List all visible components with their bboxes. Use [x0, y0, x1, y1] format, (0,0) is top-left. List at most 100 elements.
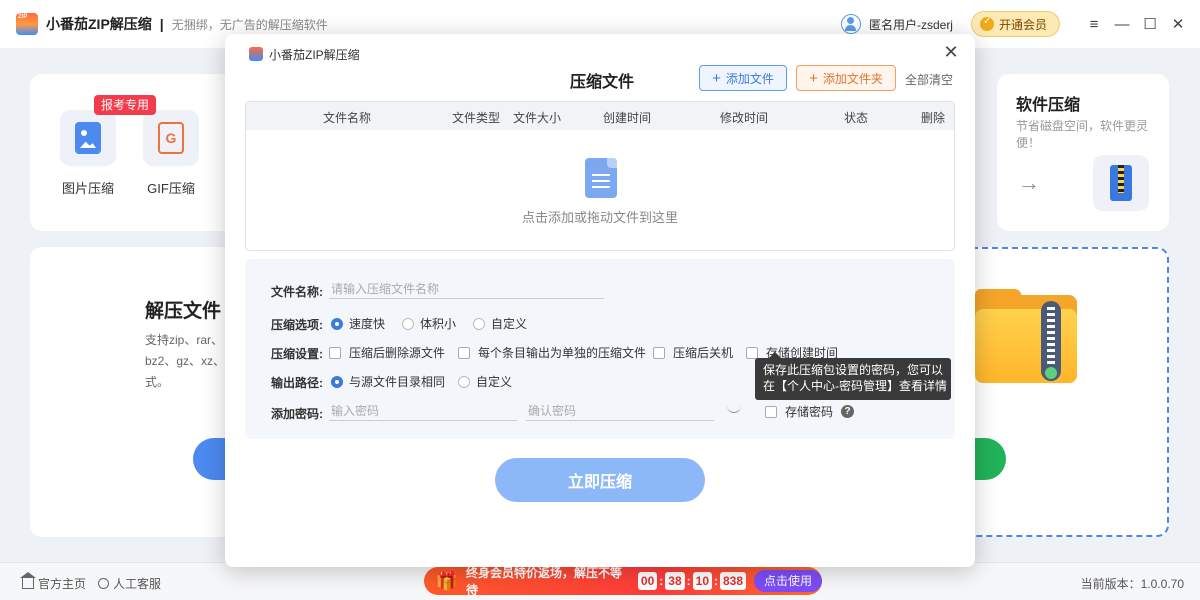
- document-icon: [585, 158, 617, 198]
- dialog-app-title: 小番茄ZIP解压缩: [269, 48, 360, 62]
- compress-now-button[interactable]: 立即压缩: [495, 458, 705, 502]
- file-drop-area[interactable]: 点击添加或拖动文件到这里: [246, 130, 954, 250]
- user-name[interactable]: 匿名用户-zsderj: [869, 16, 953, 33]
- menu-icon[interactable]: ≡: [1080, 10, 1108, 38]
- exam-tag-badge: 报考专用: [94, 95, 157, 115]
- tooltip-line-1: 保存此压缩包设置的密码，您可以: [763, 363, 944, 377]
- clear-all-button[interactable]: 全部清空: [905, 71, 953, 88]
- app-title: 小番茄ZIP解压缩: [46, 16, 152, 32]
- radio-selected-icon: [331, 317, 343, 330]
- column-delete: 删除: [921, 111, 946, 125]
- shutdown-checkbox[interactable]: 压缩后关机: [653, 344, 733, 361]
- radio-icon: [473, 317, 485, 330]
- checkbox-icon: [746, 346, 758, 359]
- app-slogan: 无捆绑，无广告的解压缩软件: [171, 17, 328, 32]
- column-modified-time: 修改时间: [720, 111, 769, 125]
- vip-button-label: 开通会员: [998, 17, 1047, 32]
- image-compress-tool[interactable]: 图片压缩: [60, 110, 116, 197]
- path-custom-radio[interactable]: 自定义: [458, 373, 512, 390]
- countdown-separator: :: [686, 574, 691, 588]
- file-name-input[interactable]: [329, 279, 604, 299]
- open-vip-button[interactable]: 开通会员: [970, 11, 1060, 37]
- title-separator: |: [159, 16, 164, 32]
- countdown-hours: 00: [637, 572, 658, 590]
- gif-compress-tool[interactable]: G GIF压缩: [143, 110, 199, 197]
- radio-selected-icon: [331, 375, 343, 388]
- empty-hint: 点击添加或拖动文件到这里: [521, 210, 678, 225]
- customer-service-link[interactable]: 人工客服: [98, 575, 161, 592]
- compress-dialog: 小番茄ZIP解压缩 ✕ 压缩文件 + 添加文件 + 添加文件夹 全部清空 文件名…: [225, 34, 975, 567]
- output-path-label: 输出路径:: [271, 376, 323, 390]
- dialog-logo-icon: [249, 47, 263, 61]
- path-same-radio[interactable]: 与源文件目录相同: [331, 373, 445, 390]
- radio-icon: [458, 375, 470, 388]
- separate-archive-label: 每个条目输出为单独的压缩文件: [478, 346, 647, 360]
- separate-archive-checkbox[interactable]: 每个条目输出为单独的压缩文件: [458, 344, 646, 361]
- checkbox-icon: [329, 346, 341, 359]
- version-text: 当前版本：1.0.0.70: [1080, 577, 1184, 591]
- column-file-type: 文件类型: [452, 111, 501, 125]
- promo-use-button[interactable]: 点击使用: [754, 570, 823, 592]
- path-same-label: 与源文件目录相同: [349, 375, 446, 389]
- delete-source-checkbox[interactable]: 压缩后删除源文件: [329, 344, 445, 361]
- arrow-right-icon: →: [1018, 170, 1040, 195]
- confirm-password-input[interactable]: [526, 401, 714, 421]
- image-icon: [75, 122, 101, 154]
- dialog-close-icon[interactable]: ✕: [939, 40, 963, 64]
- password-label: 添加密码:: [271, 407, 323, 421]
- store-password-checkbox[interactable]: 存储密码 ?: [765, 403, 855, 420]
- gif-compress-label: GIF压缩: [147, 181, 195, 196]
- add-file-button[interactable]: + 添加文件: [699, 65, 787, 91]
- compress-setting-label: 压缩设置:: [271, 347, 323, 361]
- checkbox-icon: [765, 405, 777, 418]
- checkbox-icon: [458, 346, 470, 359]
- option-fast-radio[interactable]: 速度快: [331, 315, 385, 332]
- app-logo-icon: [16, 13, 38, 35]
- official-home-link[interactable]: 官方主页: [20, 572, 86, 592]
- file-name-label: 文件名称:: [271, 285, 323, 299]
- headset-icon: [98, 578, 109, 589]
- radio-icon: [402, 317, 414, 330]
- minimize-icon[interactable]: —: [1108, 10, 1136, 38]
- vip-crown-icon: [979, 16, 994, 31]
- password-tooltip: 保存此压缩包设置的密码，您可以 在【个人中心-密码管理】查看详情: [755, 352, 951, 400]
- home-icon: [20, 572, 36, 589]
- plus-icon: +: [809, 69, 818, 87]
- countdown-separator: :: [714, 574, 718, 588]
- close-window-icon[interactable]: ✕: [1164, 10, 1192, 38]
- maximize-icon[interactable]: ☐: [1136, 10, 1164, 38]
- path-custom-label: 自定义: [476, 375, 513, 389]
- dialog-heading: 压缩文件: [570, 74, 635, 91]
- store-password-label: 存储密码: [785, 405, 834, 419]
- add-file-label: 添加文件: [725, 71, 774, 86]
- image-tool-tile: [60, 110, 116, 166]
- file-table: 文件名称 文件类型 文件大小 创建时间 修改时间 状态 删除 点击添加或拖动文件…: [245, 101, 955, 251]
- promo-banner[interactable]: 🎁 终身会员特价返场，解压不等待 00 : 38 : 10 : 838 点击使用: [424, 566, 823, 597]
- compress-option-label: 压缩选项:: [271, 318, 323, 332]
- customer-service-label: 人工客服: [113, 577, 162, 591]
- option-small-label: 体积小: [420, 317, 457, 331]
- password-input[interactable]: [329, 401, 517, 421]
- gif-icon: G: [158, 122, 184, 154]
- checkbox-icon: [653, 346, 665, 359]
- software-compress-desc: 节省磁盘空间，软件更灵便！: [1016, 119, 1149, 150]
- column-created-time: 创建时间: [603, 111, 652, 125]
- compress-settings-panel: 文件名称: 压缩选项: 速度快 体积小 自定义 压缩设置: 压缩后删除源文件 每…: [245, 259, 955, 439]
- zip-folder-icon: [975, 289, 1077, 383]
- add-folder-label: 添加文件夹: [822, 71, 883, 86]
- countdown-milliseconds: 838: [720, 572, 747, 590]
- countdown-seconds: 10: [692, 572, 712, 590]
- file-table-header: 文件名称 文件类型 文件大小 创建时间 修改时间 状态 删除: [246, 102, 954, 130]
- option-custom-radio[interactable]: 自定义: [473, 315, 527, 332]
- add-folder-button[interactable]: + 添加文件夹: [796, 65, 896, 91]
- help-icon[interactable]: ?: [841, 405, 855, 418]
- user-avatar-icon[interactable]: [840, 14, 861, 34]
- decompress-title: 解压文件: [145, 301, 222, 322]
- option-small-radio[interactable]: 体积小: [402, 315, 456, 332]
- promo-text: 终身会员特价返场，解压不等待: [465, 566, 622, 597]
- column-status: 状态: [844, 111, 869, 125]
- option-fast-label: 速度快: [349, 317, 386, 331]
- delete-source-label: 压缩后删除源文件: [349, 346, 446, 360]
- eye-closed-icon[interactable]: [727, 405, 741, 413]
- option-custom-label: 自定义: [491, 317, 528, 331]
